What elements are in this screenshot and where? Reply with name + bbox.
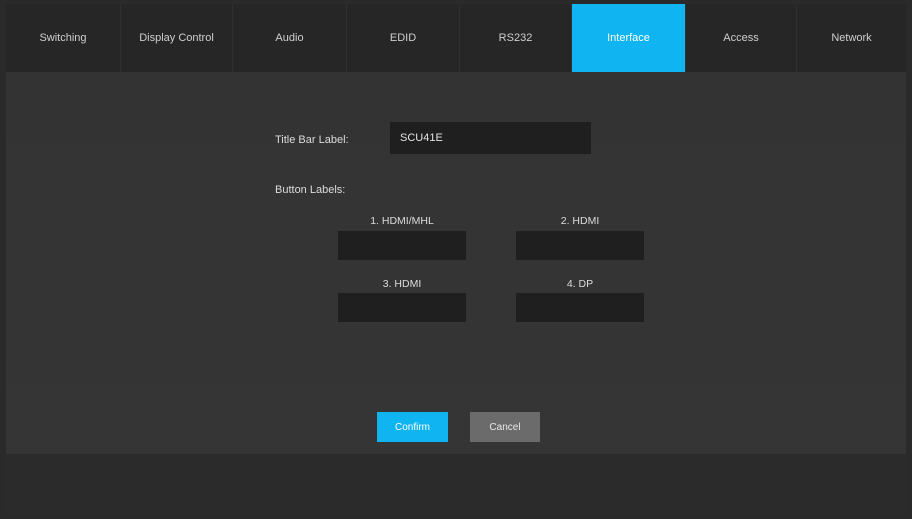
button-1-label-input[interactable]: [338, 231, 466, 260]
tab-access[interactable]: Access: [686, 4, 797, 72]
tab-rs232[interactable]: RS232: [460, 4, 572, 72]
confirm-button[interactable]: Confirm: [377, 412, 448, 442]
tab-network[interactable]: Network: [797, 4, 906, 72]
button-2-caption: 2. HDMI: [560, 215, 600, 227]
title-bar-input[interactable]: [390, 122, 591, 154]
button-4-label-input[interactable]: [516, 293, 644, 322]
button-labels-heading: Button Labels:: [275, 184, 346, 196]
tab-audio[interactable]: Audio: [233, 4, 347, 72]
tab-edid[interactable]: EDID: [347, 4, 460, 72]
button-3-caption: 3. HDMI: [382, 278, 422, 290]
button-4-caption: 4. DP: [566, 278, 594, 290]
button-1-caption: 1. HDMI/MHL: [370, 215, 434, 227]
button-2-label-input[interactable]: [516, 231, 644, 260]
title-bar-label: Title Bar Label:: [275, 134, 349, 146]
button-3-label-input[interactable]: [338, 293, 466, 322]
tab-interface[interactable]: Interface: [572, 4, 686, 72]
footer-band: [6, 454, 906, 516]
interface-panel: Title Bar Label: Button Labels: 1. HDMI/…: [6, 72, 906, 454]
cancel-button[interactable]: Cancel: [470, 412, 540, 442]
tab-display-control[interactable]: Display Control: [121, 4, 233, 72]
tab-bar: Switching Display Control Audio EDID RS2…: [6, 4, 906, 72]
app-frame: Switching Display Control Audio EDID RS2…: [6, 4, 906, 516]
tab-switching[interactable]: Switching: [6, 4, 121, 72]
